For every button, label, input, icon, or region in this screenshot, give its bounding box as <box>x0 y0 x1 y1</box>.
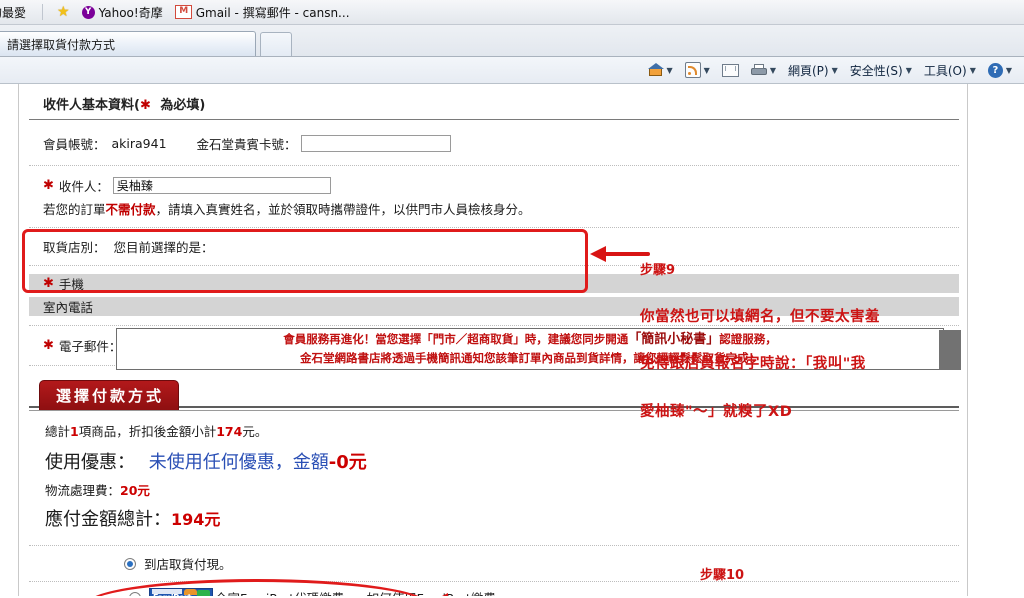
total-value: 194元 <box>171 510 221 529</box>
chevron-down-icon[interactable]: ▼ <box>970 66 976 75</box>
home-icon <box>647 62 664 77</box>
payment-option-cod-label: 到店取貨付現。 <box>144 557 232 572</box>
chevron-down-icon[interactable]: ▼ <box>1006 66 1012 75</box>
member-account-value: akira941 <box>111 136 167 151</box>
summary-post: 元。 <box>242 424 268 439</box>
recipient-hint-emphasis: 不需付款 <box>105 202 156 217</box>
read-mail-button[interactable] <box>716 59 745 81</box>
shipping-value: 20元 <box>120 483 150 498</box>
total-line: 應付金額總計：194元 <box>29 499 959 531</box>
home-button[interactable]: ▼ <box>643 59 679 81</box>
page-viewport: 收件人基本資料(✱ 為必填) 會員帳號： akira941 金石堂貴賓卡號： ✱… <box>0 84 1024 596</box>
rss-icon <box>684 62 701 78</box>
command-bar[interactable]: ▼ ▼ ▼ 網頁(P) ▼ 安全性(S) ▼ 工具(O) ▼ ? ▼ <box>0 57 1024 84</box>
annotation-step10-title: 步驟10 <box>700 567 745 583</box>
mobile-label: 手機 <box>58 277 84 292</box>
chevron-down-icon[interactable]: ▼ <box>906 66 912 75</box>
sms-banner-text-c: 時，建議您同步開通 <box>524 332 629 347</box>
chevron-down-icon[interactable]: ▼ <box>832 66 838 75</box>
chevron-down-icon[interactable]: ▼ <box>704 66 710 75</box>
help-icon: ? <box>987 62 1003 78</box>
favorite-gmail[interactable]: M Gmail - 撰寫郵件 - cansn... <box>169 4 356 21</box>
recipient-name-label: 收件人： <box>58 179 109 194</box>
favorites-bar[interactable]: 的最愛 ★ Y Yahoo!奇摩 M Gmail - 撰寫郵件 - cansn.… <box>0 0 1024 25</box>
member-account-row: 會員帳號： akira941 金石堂貴賓卡號： <box>29 120 959 165</box>
summary-mid: 項商品，折扣後金額小計 <box>78 424 217 439</box>
payment-option-famiport-label: 全家FamiPort代碼繳費。 <box>215 588 357 596</box>
browser-chrome: 的最愛 ★ Y Yahoo!奇摩 M Gmail - 撰寫郵件 - cansn.… <box>0 0 1024 84</box>
recipient-section-heading: 收件人基本資料(✱ 為必填) <box>29 88 959 119</box>
store-pickup-label: 取貨店別： <box>43 240 106 255</box>
vip-card-input[interactable] <box>300 135 451 152</box>
divider <box>42 4 44 20</box>
tools-menu[interactable]: 工具(O) ▼ <box>918 59 982 81</box>
favorites-bar-label[interactable]: 的最愛 <box>0 4 34 21</box>
tab-bar[interactable]: 請選擇取貨付款方式 <box>0 25 1024 57</box>
help-menu[interactable]: ? ▼ <box>982 59 1018 81</box>
favorite-star-item[interactable]: ★ <box>51 4 76 20</box>
gmail-icon: M <box>174 5 192 19</box>
chevron-down-icon[interactable]: ▼ <box>667 66 673 75</box>
radio-cod[interactable] <box>124 557 136 570</box>
required-star-icon: ✱ <box>43 178 54 193</box>
coupon-amount: -0元 <box>328 452 367 473</box>
tools-menu-label: 工具(O) <box>923 63 967 78</box>
annotation-step10b: 選好後，拉到最下面… <box>700 592 850 596</box>
safety-menu[interactable]: 安全性(S) ▼ <box>844 59 918 81</box>
required-star-icon: ✱ <box>139 98 151 113</box>
member-account-label: 會員帳號： <box>43 137 106 152</box>
summary-subtotal: 174 <box>216 424 243 439</box>
required-star-icon: ✱ <box>43 276 54 291</box>
annotation-arrow-step10 <box>442 593 448 596</box>
print-icon <box>750 63 767 77</box>
mail-icon <box>721 63 739 77</box>
page-menu-label: 網頁(P) <box>787 63 829 78</box>
page-menu[interactable]: 網頁(P) ▼ <box>782 59 844 81</box>
recipient-heading-post: 為必填) <box>155 98 206 113</box>
radio-famiport[interactable] <box>129 591 141 596</box>
landline-label: 室內電話 <box>43 300 94 315</box>
safety-menu-label: 安全性(S) <box>849 63 903 78</box>
annotation-step9-title: 步驟9 <box>640 262 676 278</box>
recipient-name-input[interactable] <box>112 177 331 194</box>
annotation-step9-line2: 免得跟店員報名字時說：「我叫"我 <box>640 356 866 373</box>
sms-banner-text-a: 會員服務再進化！當您選擇 <box>283 332 422 347</box>
annotation-step9-line3: 愛柚臻"～」就糗了XD <box>640 404 793 421</box>
coupon-none-text: 未使用任何優惠，金額 <box>148 452 329 473</box>
annotation-step9: 步驟9 你當然也可以填網名，但不要太害羞 免得跟店員報名字時說：「我叫"我 愛柚… <box>640 232 880 452</box>
vip-card-label: 金石堂貴賓卡號： <box>196 137 297 152</box>
annotation-step9-line1: 你當然也可以填網名，但不要太害羞 <box>640 308 880 325</box>
star-icon: ★ <box>57 4 70 20</box>
shipping-label: 物流處理費： <box>45 483 121 498</box>
total-label: 應付金額總計： <box>45 509 171 530</box>
sms-banner-text-b: 「門市／超商取貨」 <box>421 332 525 347</box>
yahoo-icon: Y <box>81 5 95 19</box>
coupon-label: 使用優惠： <box>45 452 135 473</box>
summary-count: 1 <box>70 424 79 439</box>
favorite-gmail-label: Gmail - 撰寫郵件 - cansn... <box>195 5 350 20</box>
banner-side-block <box>939 330 961 370</box>
browser-tab-title: 請選擇取貨付款方式 <box>7 37 116 52</box>
browser-tab-active[interactable]: 請選擇取貨付款方式 <box>0 31 256 56</box>
store-pickup-value: 您目前選擇的是： <box>113 240 214 255</box>
shipping-fee-line: 物流處理費：20元 <box>29 474 959 499</box>
print-button[interactable]: ▼ <box>745 59 782 81</box>
recipient-heading-pre: 收件人基本資料( <box>43 98 140 113</box>
new-tab-button[interactable] <box>260 32 292 56</box>
feeds-button[interactable]: ▼ <box>679 59 716 81</box>
favorite-yahoo[interactable]: Y Yahoo!奇摩 <box>76 4 169 21</box>
required-star-icon: ✱ <box>43 338 54 353</box>
recipient-name-row: ✱ 收件人： <box>29 166 959 197</box>
email-label: 電子郵件： <box>58 339 122 354</box>
chevron-down-icon[interactable]: ▼ <box>770 66 776 75</box>
summary-pre: 總計 <box>45 424 71 439</box>
recipient-hint-pre: 若您的訂單 <box>43 202 106 217</box>
payment-section-tab-label: 選擇付款方式 <box>39 380 180 410</box>
recipient-hint-post: ，請填入真實姓名，並於領取時攜帶證件，以供門市人員檢核身分。 <box>155 202 531 217</box>
favorite-yahoo-label: Yahoo!奇摩 <box>98 5 163 20</box>
famiport-logo-icon: FamiPort <box>149 588 213 596</box>
recipient-hint-row: 若您的訂單 不需付款 ，請填入真實姓名，並於領取時攜帶證件，以供門市人員檢核身分。 <box>29 197 959 227</box>
annotation-step10: 步驟10 別忘了選擇便利店付款唷 <box>700 537 885 596</box>
tab-bar-filler <box>292 55 1024 56</box>
